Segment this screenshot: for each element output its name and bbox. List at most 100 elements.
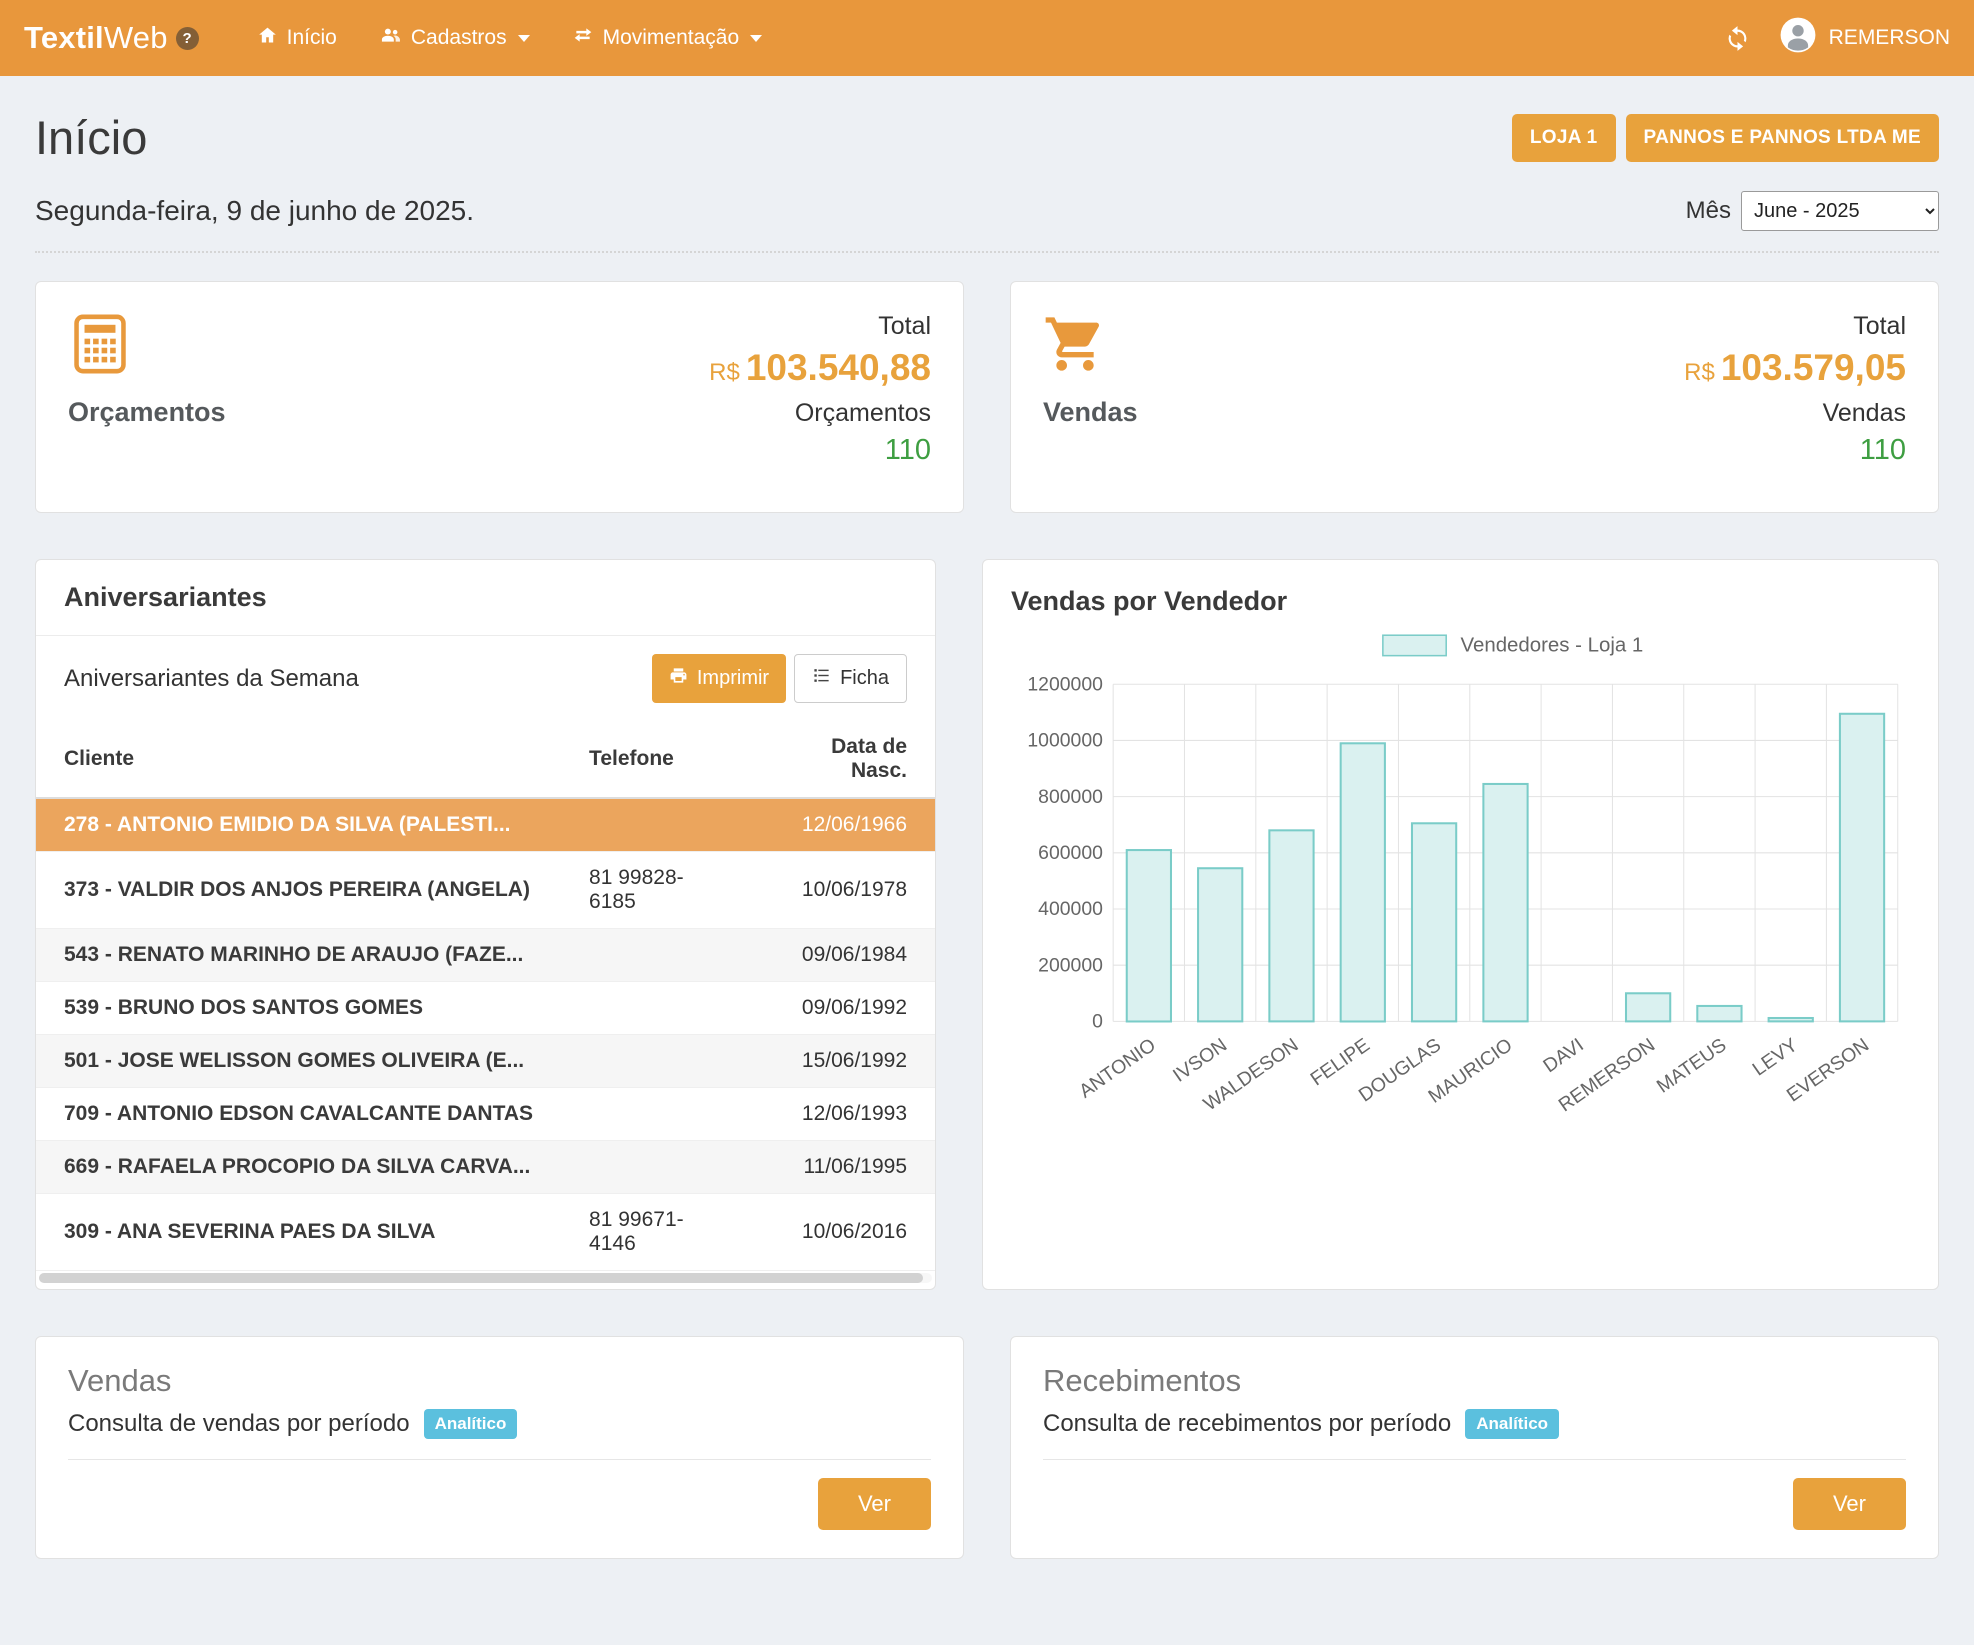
aniversariantes-title: Aniversariantes bbox=[64, 582, 907, 613]
svg-text:LEVY: LEVY bbox=[1749, 1034, 1802, 1081]
cell-data: 09/06/1992 bbox=[748, 982, 935, 1035]
report-title: Vendas bbox=[68, 1363, 931, 1399]
cell-data: 11/06/1995 bbox=[748, 1141, 935, 1194]
aniversariantes-card: Aniversariantes Aniversariantes da Seman… bbox=[35, 559, 936, 1290]
svg-text:IVSON: IVSON bbox=[1169, 1034, 1231, 1087]
report-separator bbox=[1043, 1459, 1906, 1460]
analitico-badge: Analítico bbox=[1465, 1409, 1559, 1439]
svg-text:MATEUS: MATEUS bbox=[1653, 1034, 1731, 1098]
birthday-table-body: 278 - ANTONIO EMIDIO DA SILVA (PALESTI..… bbox=[36, 798, 935, 1271]
cell-cliente: 539 - BRUNO DOS SANTOS GOMES bbox=[36, 982, 561, 1035]
nav-menu: Início Cadastros Movimentação bbox=[257, 25, 762, 52]
svg-text:1200000: 1200000 bbox=[1027, 673, 1103, 695]
orcamentos-card: Orçamentos Total R$103.540,88 Orçamentos… bbox=[35, 281, 964, 513]
chevron-down-icon bbox=[518, 35, 530, 42]
store-button[interactable]: LOJA 1 bbox=[1512, 114, 1616, 162]
table-header-row: Cliente Telefone Data de Nasc. bbox=[36, 721, 935, 798]
card-name: Orçamentos bbox=[68, 397, 226, 428]
cell-data: 12/06/1966 bbox=[748, 798, 935, 852]
count-label: Orçamentos bbox=[709, 399, 931, 428]
users-icon bbox=[379, 25, 402, 52]
imprimir-button[interactable]: Imprimir bbox=[652, 654, 786, 703]
cell-data: 15/06/1992 bbox=[748, 1035, 935, 1088]
svg-text:600000: 600000 bbox=[1038, 842, 1103, 864]
col-telefone: Telefone bbox=[561, 721, 747, 798]
chart-title: Vendas por Vendedor bbox=[1011, 586, 1910, 617]
currency: R$ bbox=[709, 359, 740, 386]
report-separator bbox=[68, 1459, 931, 1460]
dotted-separator bbox=[35, 251, 1939, 253]
count-value: 110 bbox=[1684, 434, 1906, 467]
nav-item-movimentacao[interactable]: Movimentação bbox=[572, 25, 763, 51]
svg-text:0: 0 bbox=[1092, 1011, 1103, 1033]
cell-cliente: 309 - ANA SEVERINA PAES DA SILVA bbox=[36, 1194, 561, 1271]
current-date: Segunda-feira, 9 de junho de 2025. bbox=[35, 195, 474, 227]
vendas-card: Vendas Total R$103.579,05 Vendas 110 bbox=[1010, 281, 1939, 513]
page-title: Início bbox=[35, 110, 147, 165]
table-row[interactable]: 373 - VALDIR DOS ANJOS PEREIRA (ANGELA)8… bbox=[36, 852, 935, 929]
month-select[interactable]: June - 2025 bbox=[1741, 191, 1939, 231]
user-name: REMERSON bbox=[1829, 26, 1950, 50]
vendas-report-card: Vendas Consulta de vendas por período An… bbox=[35, 1336, 964, 1559]
table-row[interactable]: 709 - ANTONIO EDSON CAVALCANTE DANTAS 12/… bbox=[36, 1088, 935, 1141]
cart-icon bbox=[1043, 312, 1138, 381]
report-title: Recebimentos bbox=[1043, 1363, 1906, 1399]
nav-item-inicio[interactable]: Início bbox=[257, 25, 337, 52]
table-row[interactable]: 278 - ANTONIO EMIDIO DA SILVA (PALESTI..… bbox=[36, 798, 935, 852]
cell-telefone bbox=[561, 798, 747, 852]
svg-text:800000: 800000 bbox=[1038, 786, 1103, 808]
cell-data: 10/06/1978 bbox=[748, 852, 935, 929]
brand-light: Web bbox=[104, 20, 168, 56]
amount-value: 103.540,88 bbox=[746, 347, 931, 388]
month-label: Mês bbox=[1686, 197, 1731, 225]
cell-cliente: 709 - ANTONIO EDSON CAVALCANTE DANTAS bbox=[36, 1088, 561, 1141]
ficha-button[interactable]: Ficha bbox=[794, 654, 907, 703]
brand-bold: Textil bbox=[24, 20, 104, 56]
table-row[interactable]: 501 - JOSE WELISSON GOMES OLIVEIRA (E...… bbox=[36, 1035, 935, 1088]
top-navbar: TextilWeb ? Início Cadastros Movimentaçã… bbox=[0, 0, 1974, 76]
cell-telefone: 81 99828-6185 bbox=[561, 852, 747, 929]
cell-cliente: 669 - RAFAELA PROCOPIO DA SILVA CARVA... bbox=[36, 1141, 561, 1194]
svg-text:400000: 400000 bbox=[1038, 898, 1103, 920]
table-horizontal-scrollbar[interactable] bbox=[39, 1273, 932, 1283]
nav-item-label: Movimentação bbox=[603, 26, 740, 50]
svg-text:Vendedores - Loja 1: Vendedores - Loja 1 bbox=[1461, 635, 1644, 657]
birthday-table: Cliente Telefone Data de Nasc. 278 - ANT… bbox=[36, 721, 935, 1271]
nav-item-cadastros[interactable]: Cadastros bbox=[379, 25, 530, 52]
scrollbar-thumb[interactable] bbox=[39, 1273, 923, 1283]
chevron-down-icon bbox=[750, 35, 762, 42]
table-row[interactable]: 309 - ANA SEVERINA PAES DA SILVA81 99671… bbox=[36, 1194, 935, 1271]
user-menu[interactable]: REMERSON bbox=[1779, 16, 1950, 60]
refresh-icon[interactable] bbox=[1724, 25, 1751, 52]
nav-item-label: Início bbox=[287, 26, 337, 50]
brand-logo[interactable]: TextilWeb ? bbox=[24, 20, 199, 56]
total-label: Total bbox=[1684, 312, 1906, 341]
table-row[interactable]: 669 - RAFAELA PROCOPIO DA SILVA CARVA...… bbox=[36, 1141, 935, 1194]
help-icon[interactable]: ? bbox=[176, 27, 199, 50]
ver-vendas-button[interactable]: Ver bbox=[818, 1478, 931, 1530]
cell-telefone bbox=[561, 929, 747, 982]
main-content: Início LOJA 1 PANNOS E PANNOS LTDA ME Se… bbox=[0, 76, 1974, 1645]
imprimir-label: Imprimir bbox=[697, 667, 769, 690]
home-icon bbox=[257, 25, 278, 52]
nav-item-label: Cadastros bbox=[411, 26, 507, 50]
svg-text:DAVI: DAVI bbox=[1539, 1034, 1588, 1077]
amount-value: 103.579,05 bbox=[1721, 347, 1906, 388]
analitico-badge: Analítico bbox=[424, 1409, 518, 1439]
cell-cliente: 278 - ANTONIO EMIDIO DA SILVA (PALESTI..… bbox=[36, 798, 561, 852]
cell-telefone bbox=[561, 1035, 747, 1088]
company-button[interactable]: PANNOS E PANNOS LTDA ME bbox=[1626, 114, 1939, 162]
col-data-nasc: Data de Nasc. bbox=[748, 721, 935, 798]
report-subtitle: Consulta de vendas por período bbox=[68, 1410, 410, 1438]
cell-data: 12/06/1993 bbox=[748, 1088, 935, 1141]
total-label: Total bbox=[709, 312, 931, 341]
table-row[interactable]: 543 - RENATO MARINHO DE ARAUJO (FAZE...0… bbox=[36, 929, 935, 982]
table-row[interactable]: 539 - BRUNO DOS SANTOS GOMES 09/06/1992 bbox=[36, 982, 935, 1035]
calculator-icon bbox=[68, 312, 226, 381]
ver-recebimentos-button[interactable]: Ver bbox=[1793, 1478, 1906, 1530]
avatar-icon bbox=[1779, 16, 1817, 60]
cell-data: 09/06/1984 bbox=[748, 929, 935, 982]
count-value: 110 bbox=[709, 434, 931, 467]
cell-telefone: 81 99671-4146 bbox=[561, 1194, 747, 1271]
svg-text:200000: 200000 bbox=[1038, 954, 1103, 976]
